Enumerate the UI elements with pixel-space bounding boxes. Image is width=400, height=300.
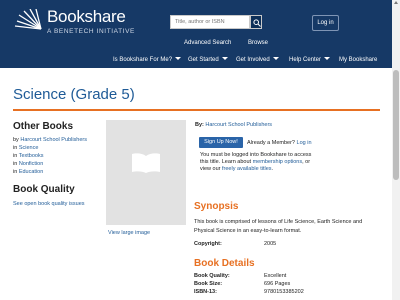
detail-label: ISBN-13: (194, 289, 217, 295)
by-label: By: (195, 122, 204, 128)
copyright-value: 2005 (264, 241, 277, 247)
detail-value: 696 Pages (264, 281, 291, 287)
access-notice: You must be logged into Bookshare to acc… (200, 152, 320, 173)
nav-my-bookshare[interactable]: My Bookshare (339, 55, 377, 65)
search-input[interactable] (170, 15, 250, 29)
nav-get-started[interactable]: Get Started (188, 55, 228, 65)
synopsis-heading: Synopsis (194, 201, 239, 212)
free-titles-link[interactable]: freely available titles (222, 166, 272, 172)
chevron-down-icon (175, 57, 182, 60)
copyright-label: Copyright: (194, 241, 222, 247)
nav-label: Is Bookshare For Me? (113, 57, 173, 63)
detail-row: Book Quality: Excellent (194, 273, 286, 279)
already-member-text: Already a Member? (247, 140, 295, 146)
copyright-row: Copyright: 2005 (194, 241, 276, 247)
synopsis-text: This book is comprised of lessons of Lif… (194, 219, 363, 234)
book-cover-placeholder[interactable] (106, 120, 186, 225)
scroll-up-arrow-icon[interactable] (394, 1, 398, 4)
title-divider (13, 109, 380, 111)
search-button[interactable] (250, 15, 262, 29)
nav-label: My Bookshare (339, 57, 378, 63)
link-prefix: by (13, 137, 19, 143)
detail-label: Book Quality: (194, 273, 230, 279)
link-text: Textbooks (18, 153, 44, 159)
sidebar-link-publisher[interactable]: by Harcourt School Publishers (13, 137, 87, 143)
scrollbar-thumb[interactable] (393, 70, 399, 180)
chevron-down-icon (324, 57, 331, 60)
sidebar-link-science[interactable]: in Science (13, 145, 38, 151)
other-books-heading: Other Books (13, 121, 74, 132)
detail-label: Book Size: (194, 281, 223, 287)
search-icon (253, 19, 261, 27)
link-prefix: in (13, 161, 18, 167)
sidebar-link-nonfiction[interactable]: in Nonfiction (13, 161, 43, 167)
book-quality-issues-link[interactable]: See open book quality issues (13, 201, 85, 207)
link-text: Harcourt School Publishers (20, 137, 87, 143)
browse-link[interactable]: Browse (248, 40, 268, 46)
nav-get-involved[interactable]: Get Involved (236, 55, 279, 65)
sidebar-link-textbooks[interactable]: in Textbooks (13, 153, 43, 159)
main-nav: Is Bookshare For Me? Get Started Get Inv… (0, 55, 400, 67)
nav-label: Get Started (188, 57, 219, 63)
nav-label: Help Center (289, 57, 322, 63)
link-text: Nonfiction (18, 161, 44, 167)
detail-row: Book Size: 696 Pages (194, 281, 290, 287)
login-button[interactable]: Log in (312, 15, 339, 31)
access-text: . (271, 166, 274, 172)
view-large-image-link[interactable]: View large image (108, 230, 150, 236)
nav-label: Get Involved (236, 57, 270, 63)
link-text: Science (18, 145, 39, 151)
detail-value: Excellent (264, 273, 287, 279)
book-details-heading: Book Details (194, 258, 255, 269)
author-line: By: Harcourt School Publishers (195, 122, 272, 128)
member-login-link[interactable]: Log in (297, 140, 312, 146)
open-book-icon (132, 153, 160, 173)
membership-options-link[interactable]: membership options (253, 159, 303, 165)
sidebar-link-education[interactable]: in Education (13, 169, 43, 175)
book-fan-icon (14, 9, 42, 30)
author-link[interactable]: Harcourt School Publishers (205, 122, 272, 128)
link-prefix: in (13, 169, 18, 175)
link-prefix: in (13, 145, 18, 151)
book-quality-heading: Book Quality (13, 184, 75, 195)
detail-value: 9780153385202 (264, 289, 304, 295)
link-prefix: in (13, 153, 18, 159)
chevron-down-icon (272, 57, 279, 60)
page-title: Science (Grade 5) (13, 86, 135, 103)
link-text: Education (18, 169, 44, 175)
logo-subtitle: A BENETECH INITIATIVE (47, 28, 135, 35)
member-prompt: Already a Member? Log in (247, 140, 312, 146)
chevron-down-icon (221, 57, 228, 60)
advanced-search-link[interactable]: Advanced Search (184, 40, 231, 46)
logo-text: Bookshare (47, 7, 126, 26)
sign-up-button[interactable]: Sign Up Now! (199, 137, 243, 148)
nav-help-center[interactable]: Help Center (289, 55, 331, 65)
site-header: Bookshare A BENETECH INITIATIVE Log in A… (0, 0, 400, 68)
nav-is-bookshare-for-me[interactable]: Is Bookshare For Me? (113, 55, 182, 65)
detail-row: ISBN-13: 9780153385202 (194, 289, 304, 295)
